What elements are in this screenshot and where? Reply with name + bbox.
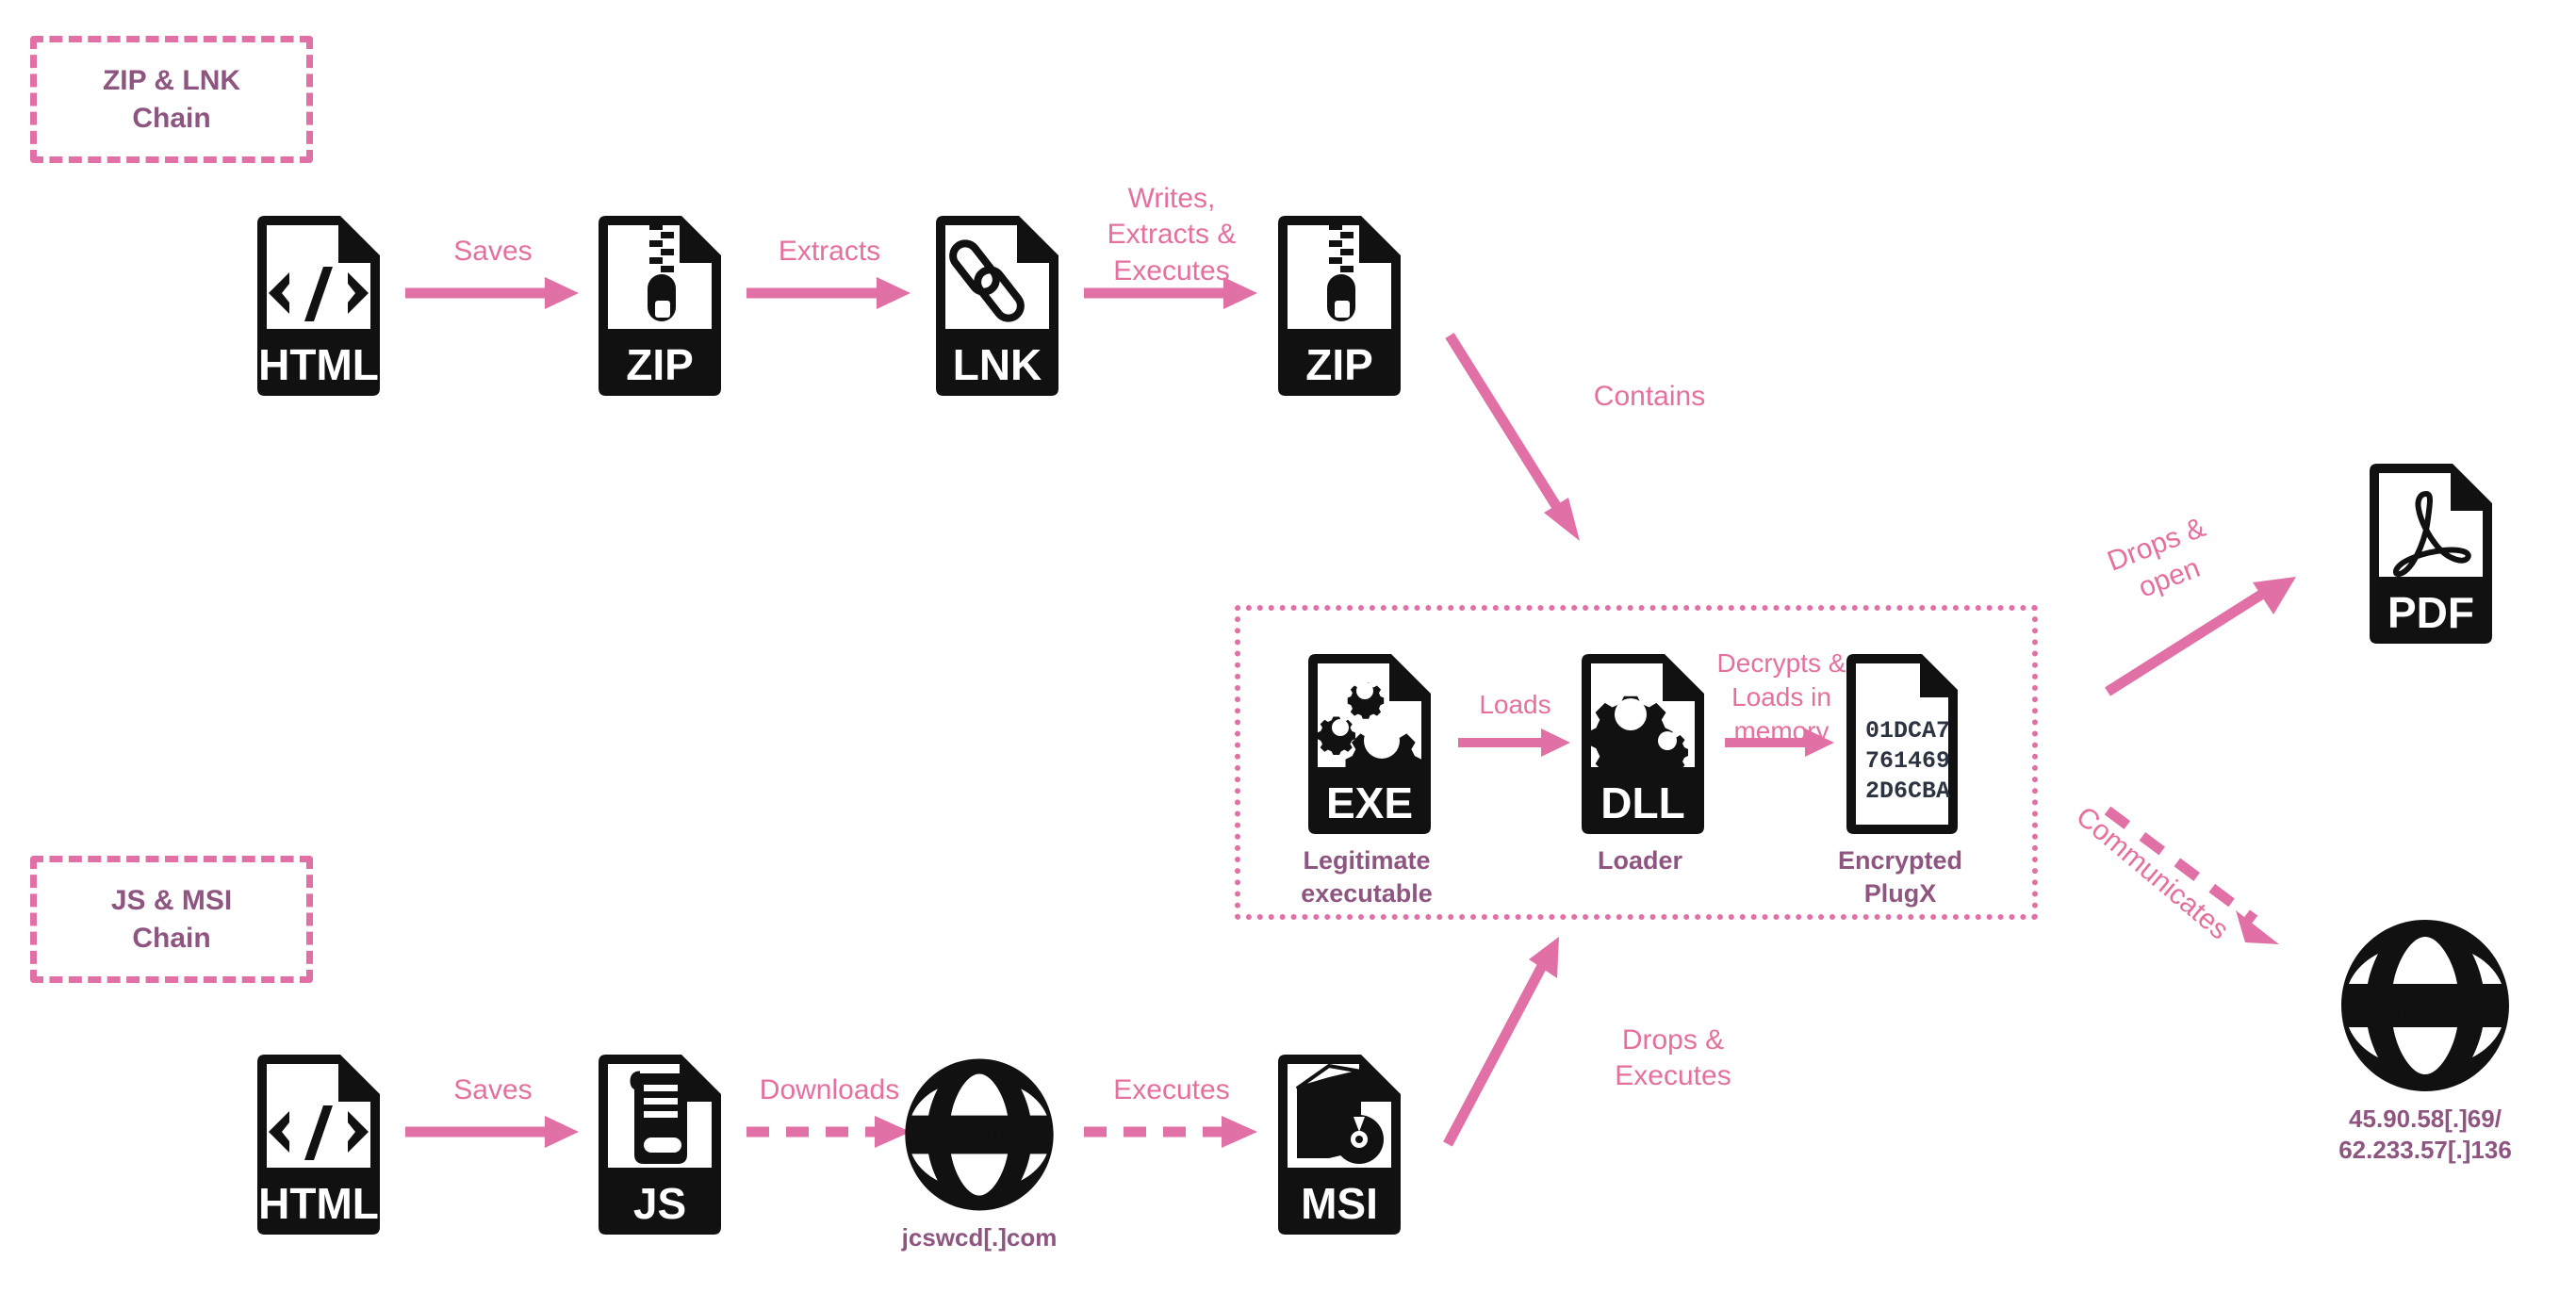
chain-box-zip-lnk: ZIP & LNK Chain <box>30 36 313 163</box>
node-zip-first: ZIP <box>591 214 723 398</box>
file-badge: ZIP <box>626 340 694 389</box>
hex-line-1: 01DCA7 <box>1865 717 1950 745</box>
chain-box-js-msi-label: JS & MSI Chain <box>110 884 233 954</box>
file-badge: HTML <box>258 340 379 389</box>
node-msi: MSI <box>1271 1053 1403 1236</box>
msi-file-icon: MSI <box>1278 1055 1401 1235</box>
pdf-file-icon: PDF <box>2370 464 2492 644</box>
node-dll: DLL Loader <box>1574 652 1706 877</box>
arrow-html-to-zip <box>405 277 579 309</box>
dll-file-icon: DLL <box>1582 654 1704 834</box>
encrypted-payload-file-icon: 01DCA7 761469 2D6CBA <box>1846 654 1959 834</box>
node-html-bottom: HTML <box>250 1053 382 1236</box>
lnk-file-icon: LNK <box>936 216 1058 396</box>
chain-box-js-msi: JS & MSI Chain <box>30 856 313 983</box>
file-badge: EXE <box>1326 778 1413 827</box>
node-pdf: PDF <box>2362 462 2494 646</box>
arrow-globe-to-msi <box>1084 1116 1257 1148</box>
node-js: JS <box>591 1053 723 1236</box>
node-c2-globe: www 45.90.58[.]69/ 62.233.57[.]136 <box>2336 916 2515 1167</box>
arrow-zip2-to-group <box>1445 333 1580 541</box>
hex-line-3: 2D6CBA <box>1865 777 1950 805</box>
node-zip-second: ZIP <box>1271 214 1403 398</box>
node-lnk: LNK <box>928 214 1060 398</box>
edge-label-exe-to-dll: Loads <box>1479 690 1551 719</box>
edge-label-msi-to-group: Drops & Executes <box>1615 1024 1731 1092</box>
node-dll-caption: Loader <box>1597 846 1683 875</box>
file-badge: HTML <box>258 1179 379 1228</box>
arrow-zip-to-lnk <box>747 277 911 309</box>
svg-text:www: www <box>2371 979 2480 1032</box>
hex-line-2: 761469 <box>1865 747 1950 775</box>
node-download-globe-caption: jcswcd[.]com <box>901 1223 1058 1252</box>
js-file-icon: JS <box>599 1055 721 1235</box>
svg-text:www: www <box>931 1112 1028 1158</box>
edge-label-html2-to-js: Saves <box>453 1074 533 1105</box>
zip-file-icon: ZIP <box>1278 216 1401 396</box>
file-badge: DLL <box>1600 778 1684 827</box>
node-exe: EXE Legitimate executable <box>1301 652 1433 909</box>
html-file-icon: HTML <box>257 1055 380 1235</box>
file-badge: PDF <box>2387 588 2474 637</box>
node-exe-caption: Legitimate executable <box>1301 846 1433 908</box>
arrow-html2-to-js <box>405 1116 579 1148</box>
zip-file-icon: ZIP <box>599 216 721 396</box>
node-encrypted-plugx: 01DCA7 761469 2D6CBA Encrypted PlugX <box>1838 652 1962 909</box>
edge-label-lnk-to-zip2: Writes, Extracts & Executes <box>1107 183 1237 286</box>
html-file-icon: HTML <box>257 216 380 396</box>
file-badge: JS <box>633 1179 686 1228</box>
file-badge: MSI <box>1301 1179 1378 1228</box>
globe-www-icon: www <box>2341 920 2509 1091</box>
node-encrypted-plugx-caption: Encrypted PlugX <box>1838 846 1963 908</box>
node-c2-globe-caption: 45.90.58[.]69/ 62.233.57[.]136 <box>2338 1105 2512 1165</box>
file-badge: LNK <box>953 340 1042 389</box>
exe-file-icon: EXE <box>1308 654 1431 834</box>
arrow-js-to-globe <box>747 1116 911 1148</box>
edge-label-html-to-zip: Saves <box>453 236 533 267</box>
file-badge: ZIP <box>1305 340 1373 389</box>
node-download-globe: www jcswcd[.]com <box>900 1056 1058 1253</box>
edge-label-zip-to-lnk: Extracts <box>778 236 881 267</box>
infection-chain-diagram: ZIP & LNK Chain JS & MSI Chain HTML Save… <box>0 0 2576 1293</box>
edge-label-globe-to-msi: Executes <box>1113 1074 1230 1105</box>
node-html-top: HTML <box>250 214 382 398</box>
chain-box-zip-lnk-label: ZIP & LNK Chain <box>102 64 241 134</box>
edge-label-zip2-to-group: Contains <box>1593 381 1706 412</box>
arrow-exe-to-dll <box>1458 728 1570 757</box>
globe-www-icon: www <box>905 1058 1054 1211</box>
